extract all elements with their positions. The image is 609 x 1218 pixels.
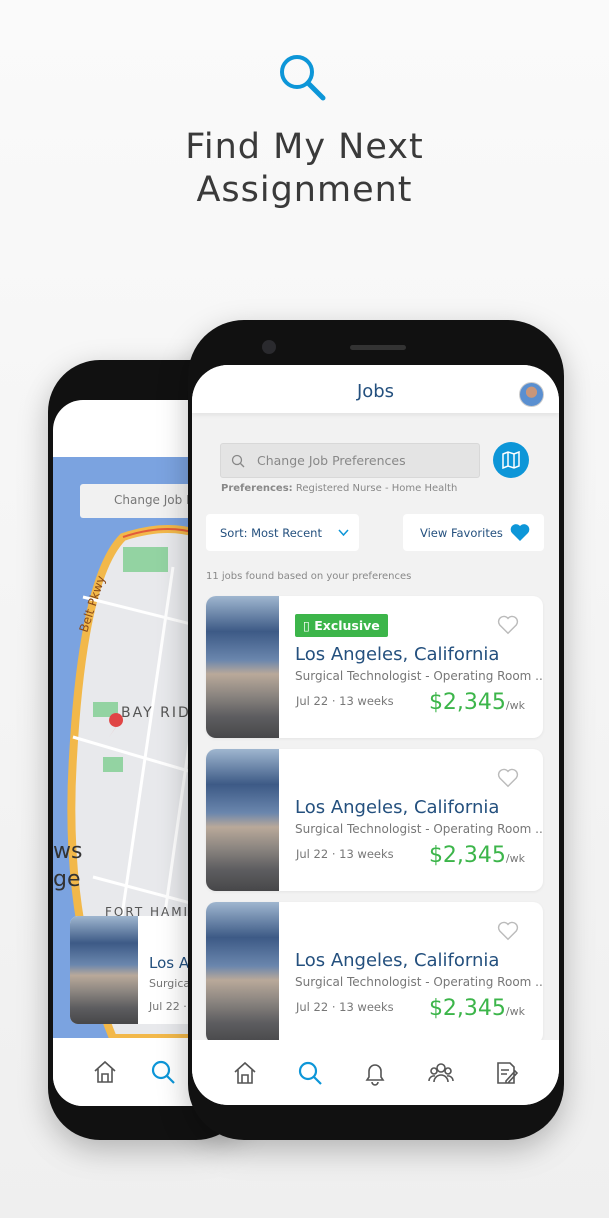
home-icon[interactable] (91, 1058, 119, 1086)
job-subtitle: Surgical Technologist - Operating Room .… (295, 822, 543, 836)
sort-label: Sort: Most Recent (220, 526, 322, 540)
bell-icon[interactable] (361, 1059, 389, 1087)
facility-image (206, 749, 279, 891)
search-icon (231, 454, 245, 468)
facility-image (206, 596, 279, 738)
favorite-heart-icon[interactable] (497, 767, 519, 789)
speaker (350, 345, 406, 350)
map-label: ws (53, 839, 83, 864)
heart-icon (510, 524, 530, 541)
home-icon[interactable] (231, 1059, 259, 1087)
facility-image (206, 902, 279, 1044)
favorite-heart-icon[interactable] (497, 920, 519, 942)
job-price: $2,345/wk (428, 690, 525, 715)
job-card[interactable]: Los Angeles, California Surgical Technol… (206, 902, 543, 1044)
job-meta: Jul 22 · 13 weeks (296, 694, 394, 708)
job-price: $2,345/wk (428, 843, 525, 868)
job-subtitle: Surgical Technologist - Operating Room .… (295, 669, 543, 683)
job-city: Los Angeles, California (295, 644, 500, 665)
search-placeholder: Change Job Preferences (257, 453, 406, 468)
results-count: 11 jobs found based on your preferences (206, 571, 412, 582)
search-icon[interactable] (149, 1058, 177, 1086)
search-icon[interactable] (296, 1059, 324, 1087)
search-icon (280, 55, 326, 101)
camera (262, 340, 276, 354)
job-city: Los Angeles, California (295, 797, 500, 818)
preferences-text: Preferences: Registered Nurse - Home Hea… (221, 483, 457, 494)
job-price: $2,345/wk (428, 996, 525, 1021)
page-title: Jobs (356, 381, 395, 402)
job-subtitle: Surgical Technologist - Operating Room .… (295, 975, 543, 989)
favorite-heart-icon[interactable] (497, 614, 519, 636)
job-city: Los Angeles, California (295, 950, 500, 971)
avatar[interactable] (519, 382, 544, 407)
view-favorites-button[interactable]: View Favorites (403, 514, 544, 551)
pref-label: Preferences: (221, 483, 293, 494)
job-meta: Jul 22 · 13 weeks (296, 1000, 394, 1014)
pref-value: Registered Nurse - Home Health (295, 483, 458, 494)
exclusive-badge: ▯ Exclusive (295, 614, 388, 637)
favorites-label: View Favorites (420, 526, 503, 540)
job-card[interactable]: Los Angeles, California Surgical Technol… (206, 749, 543, 891)
search-input[interactable]: Change Job Preferences (220, 443, 480, 478)
sort-dropdown[interactable]: Sort: Most Recent (206, 514, 359, 551)
document-edit-icon[interactable] (492, 1059, 520, 1087)
map-label: ge (53, 867, 81, 892)
chevron-down-icon (338, 529, 349, 537)
hero-title: Find My Next Assignment (185, 127, 424, 210)
job-meta: Jul 22 · 13 weeks (296, 847, 394, 861)
header: Jobs (192, 365, 559, 413)
people-icon[interactable] (427, 1059, 455, 1087)
job-card[interactable]: ▯ Exclusive Los Angeles, California Surg… (206, 596, 543, 738)
map-icon (502, 451, 520, 469)
bottom-nav (192, 1040, 559, 1105)
map-toggle-button[interactable] (493, 442, 529, 478)
front-phone: Jobs Change Job Preferences Preferences:… (188, 320, 564, 1140)
